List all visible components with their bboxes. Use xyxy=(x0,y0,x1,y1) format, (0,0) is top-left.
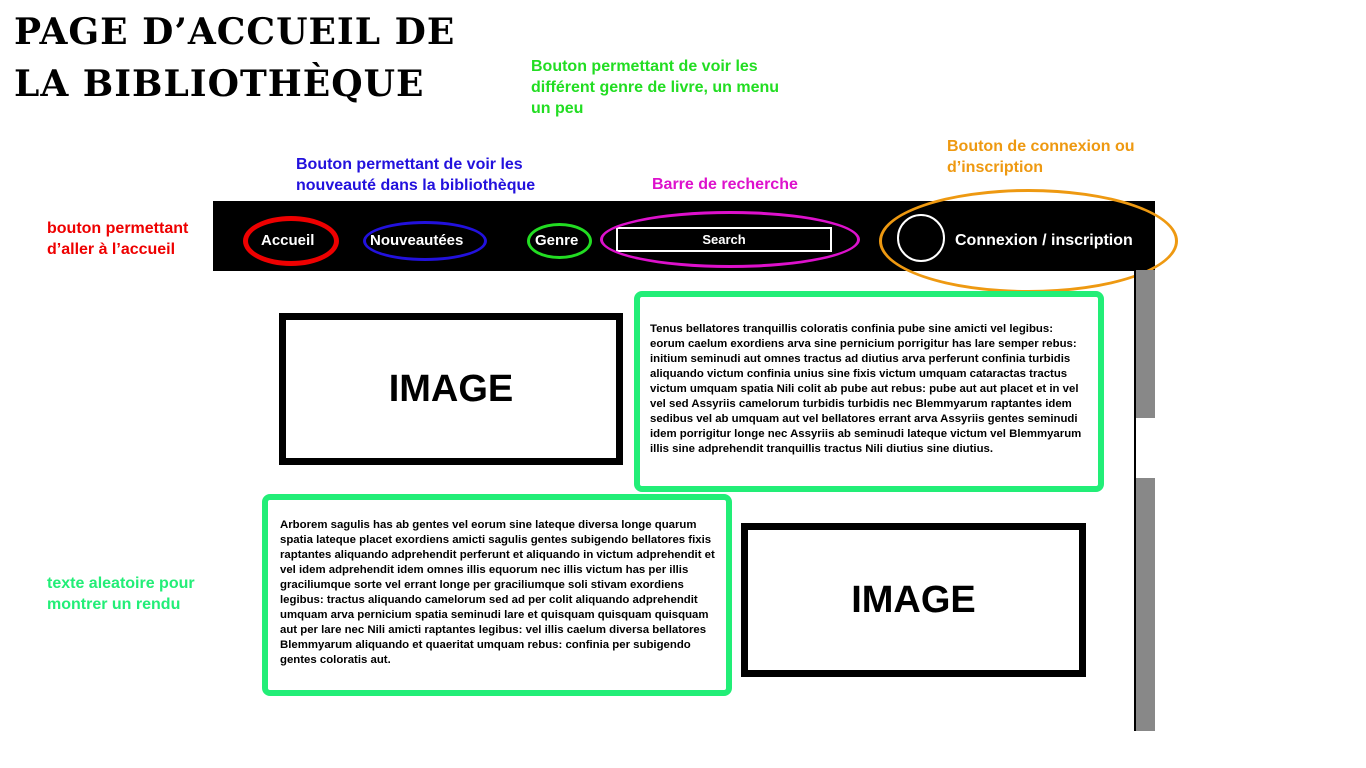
text-block-1: Tenus bellatores tranquillis coloratis c… xyxy=(634,291,1104,492)
annotation-login-button: Bouton de connexion ou d’inscription xyxy=(947,138,1135,176)
new-books-button-highlight-ring xyxy=(363,221,487,261)
image-placeholder-1: IMAGE xyxy=(279,313,623,465)
page-title: Page d’accueil de la bibliothèque xyxy=(14,6,484,110)
image-placeholder-1-label: IMAGE xyxy=(388,367,514,410)
text-block-1-content: Tenus bellatores tranquillis coloratis c… xyxy=(650,323,1082,455)
image-placeholder-2: IMAGE xyxy=(741,523,1086,677)
annotation-genre-button: Bouton permettant de voir les différent … xyxy=(531,58,780,117)
genre-button-highlight-ring xyxy=(527,223,592,259)
scrollbar-segment-bottom[interactable] xyxy=(1136,478,1155,731)
image-placeholder-2-label: IMAGE xyxy=(851,578,976,621)
page-title-line-1: Page d’accueil de xyxy=(14,11,456,53)
home-button-highlight-ring xyxy=(243,216,339,266)
annotation-new-button: Bouton permettant de voir les nouveauté … xyxy=(296,156,536,194)
page-title-line-2: la bibliothèque xyxy=(14,63,425,105)
annotation-search-bar: Barre de recherche xyxy=(652,176,798,193)
annotation-home-button: bouton permettant d’aller à l’accueil xyxy=(47,220,189,258)
search-bar-highlight-ring xyxy=(600,211,860,268)
text-block-2: Arborem sagulis has ab gentes vel eorum … xyxy=(262,494,732,696)
annotation-random-text: texte aleatoire pour montrer un rendu xyxy=(47,575,195,613)
text-block-2-content: Arborem sagulis has ab gentes vel eorum … xyxy=(280,519,715,666)
scrollbar-segment-top[interactable] xyxy=(1136,270,1155,418)
